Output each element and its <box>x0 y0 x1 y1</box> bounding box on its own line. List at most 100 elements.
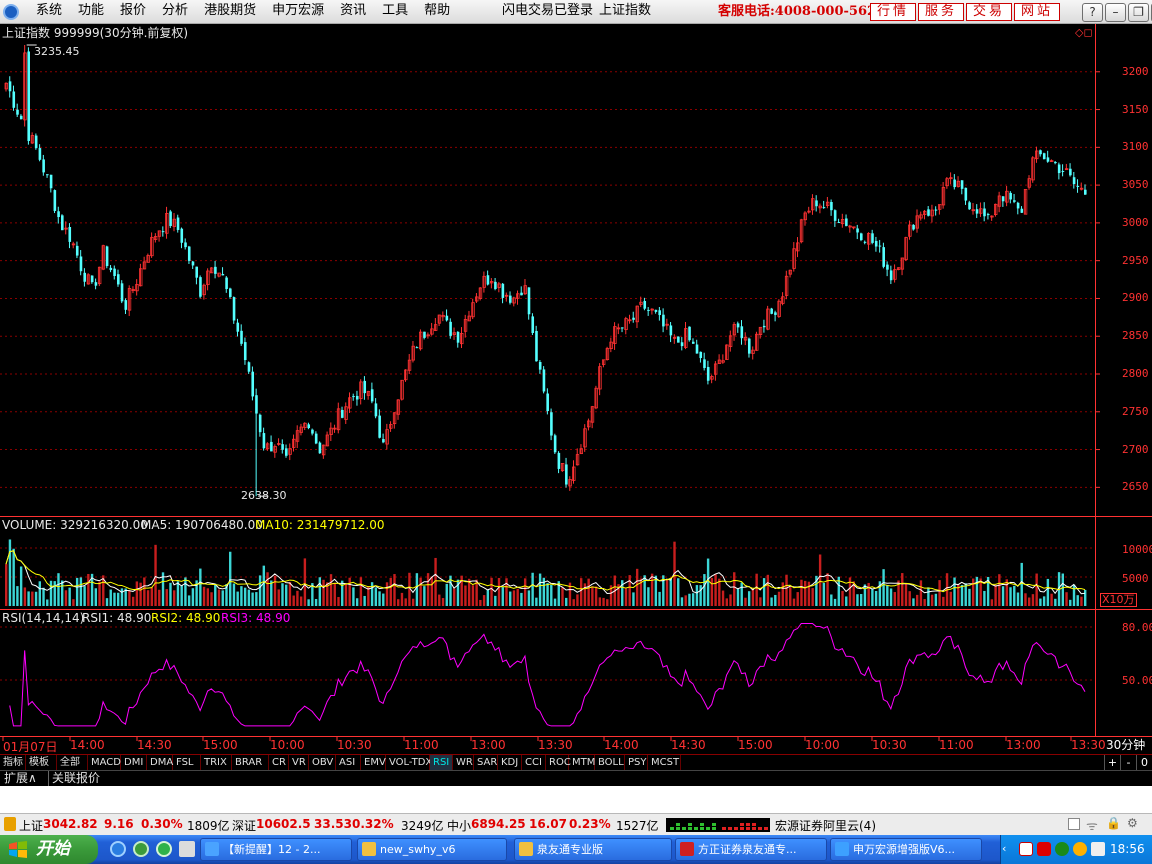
tab-mcst[interactable]: MCST <box>648 755 681 771</box>
task-button-2[interactable]: 泉友通专业版 <box>514 838 672 861</box>
task-button-4[interactable]: 申万宏源增强版V6... <box>830 838 982 861</box>
settings-icon[interactable]: ⚙ <box>1127 816 1138 830</box>
menu-5[interactable]: 申万宏源 <box>264 0 332 24</box>
menu-1[interactable]: 功能 <box>70 0 112 24</box>
quick-button-1[interactable]: 服务 <box>918 3 964 21</box>
minimize-icon[interactable]: – <box>1105 3 1126 22</box>
quick-button-3[interactable]: 网站 <box>1014 3 1060 21</box>
task-button-3[interactable]: 方正证券泉友通专... <box>675 838 827 861</box>
browser-icon[interactable] <box>133 841 149 857</box>
volume-bar <box>1020 562 1023 606</box>
candle-body <box>621 327 624 329</box>
tab-asi[interactable]: ASI <box>336 755 361 771</box>
tab-mtm[interactable]: MTM <box>569 755 595 771</box>
price-chart-svg[interactable] <box>0 24 1152 754</box>
tab-模板[interactable]: 模板 <box>26 755 57 771</box>
broker-server[interactable]: 宏源证券阿里云(4) <box>775 817 876 834</box>
menu-3[interactable]: 分析 <box>154 0 196 24</box>
volume-bar <box>859 594 863 606</box>
volume-ma10-label: MA10: 231479712.00 <box>255 518 385 532</box>
candle-body <box>83 272 87 282</box>
tab-kdj[interactable]: KDJ <box>498 755 522 771</box>
volume-bar <box>150 587 154 606</box>
lock-icon[interactable]: 🔒 <box>1106 816 1121 830</box>
tab-sar[interactable]: SAR <box>474 755 498 771</box>
shield-icon[interactable] <box>1055 842 1069 856</box>
candle-body <box>53 190 57 211</box>
volume-bar <box>1016 592 1020 606</box>
chart-options-icon[interactable]: ◇◻ <box>1075 26 1093 40</box>
tab-全部[interactable]: 全部 <box>57 755 88 771</box>
quick-button-2[interactable]: 交易 <box>966 3 1012 21</box>
tab-brar[interactable]: BRAR <box>232 755 269 771</box>
chart-area[interactable]: 上证指数 999999(30分钟.前复权) 3235.45 2638.30 ◇◻… <box>0 24 1152 754</box>
tab-trix[interactable]: TRIX <box>201 755 232 771</box>
tab-roc[interactable]: ROC <box>546 755 571 771</box>
app-logo-icon[interactable] <box>3 4 19 20</box>
tab-dma[interactable]: DMA <box>147 755 173 771</box>
candle-body <box>314 433 318 444</box>
tab-control-0[interactable]: + <box>1104 755 1120 771</box>
network-icon[interactable] <box>1019 842 1033 856</box>
volume-bar <box>497 577 501 606</box>
start-button[interactable]: 开始 <box>0 835 98 864</box>
restore-icon[interactable]: ❐ <box>1128 3 1149 22</box>
tab-obv[interactable]: OBV <box>309 755 336 771</box>
menu-4[interactable]: 港股期货 <box>196 0 264 24</box>
help-icon[interactable]: ? <box>1082 3 1103 22</box>
tab-rsi[interactable]: RSI <box>430 755 453 771</box>
candle-body <box>270 441 273 452</box>
tab-dmi[interactable]: DMI <box>121 755 147 771</box>
time-axis-label: 14:30 <box>671 738 706 752</box>
candle-body <box>501 283 505 298</box>
security-icon[interactable] <box>1037 842 1051 856</box>
related-quotes-button[interactable]: 关联报价 <box>48 771 100 786</box>
tab-control-1[interactable]: - <box>1120 755 1136 771</box>
tab-cr[interactable]: CR <box>269 755 289 771</box>
volume-bar <box>923 599 926 606</box>
volume-bar <box>736 588 740 606</box>
task-button-1[interactable]: new_swhy_v6 <box>357 838 507 861</box>
tab-boll[interactable]: BOLL <box>595 755 625 771</box>
candle-body <box>105 246 109 267</box>
update-icon[interactable] <box>1073 842 1087 856</box>
volume-bar <box>747 591 751 606</box>
candle-body <box>109 267 113 271</box>
menu-7[interactable]: 工具 <box>374 0 416 24</box>
tab-macd[interactable]: MACD <box>88 755 121 771</box>
ie-icon[interactable] <box>110 841 126 857</box>
tab-control-2[interactable]: 0 <box>1136 755 1152 771</box>
volume-bar <box>908 591 911 606</box>
info-panel <box>0 786 1152 813</box>
menu-8[interactable]: 帮助 <box>416 0 458 24</box>
price-axis-label: 2950 <box>1122 253 1149 267</box>
taskbar-clock[interactable]: 18:56 <box>1110 835 1145 864</box>
tab-psy[interactable]: PSY <box>625 755 648 771</box>
menu-6[interactable]: 资讯 <box>332 0 374 24</box>
tab-vol-tdx[interactable]: VOL-TDX <box>386 755 432 771</box>
candle-body <box>352 396 355 398</box>
quick-button-0[interactable]: 行情 <box>870 3 916 21</box>
tab-emv[interactable]: EMV <box>361 755 386 771</box>
tab-wr[interactable]: WR <box>453 755 474 771</box>
menu-2[interactable]: 报价 <box>112 0 154 24</box>
task-button-0[interactable]: 【新提醒】12 - 2... <box>200 838 352 861</box>
tab-fsl[interactable]: FSL <box>173 755 201 771</box>
expand-button[interactable]: 扩展∧ <box>4 771 37 786</box>
time-axis-label: 01月07日 <box>3 740 58 754</box>
360-browser-icon[interactable] <box>156 841 172 857</box>
tab-vr[interactable]: VR <box>289 755 309 771</box>
tab-cci[interactable]: CCI <box>522 755 546 771</box>
candle-body <box>886 264 889 270</box>
tab-指标[interactable]: 指标 <box>0 755 26 771</box>
volume-axis-10000: 10000 <box>1122 543 1152 556</box>
menu-0[interactable]: 系统 <box>28 0 70 24</box>
period-label[interactable]: 30分钟 <box>1106 738 1145 752</box>
candle-body <box>187 246 191 261</box>
show-desktop-icon[interactable] <box>179 841 195 857</box>
panel-toggle-icon[interactable] <box>1068 818 1080 830</box>
candle-body <box>16 109 19 115</box>
candle-body <box>736 323 740 328</box>
volume-icon[interactable] <box>1091 842 1105 856</box>
tray-expand-icon[interactable]: ‹ <box>1002 843 1012 855</box>
